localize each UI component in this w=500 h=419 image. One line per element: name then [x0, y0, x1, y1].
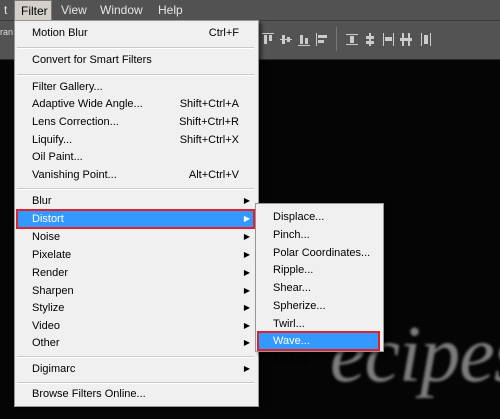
submenu-arrow-icon: ▶	[243, 268, 250, 277]
menu-item-label: Filter Gallery...	[32, 81, 103, 93]
menu-item-label: Digimarc	[32, 363, 76, 375]
menu-item-label: Distort	[32, 213, 64, 225]
menu-item-render[interactable]: Render ▶	[17, 264, 254, 282]
menu-item-convert-for-smart-filters[interactable]: Convert for Smart Filters	[17, 51, 254, 69]
menu-separator	[17, 74, 254, 76]
align-top-edges-icon[interactable]	[262, 33, 274, 46]
submenu-item-twirl[interactable]: Twirl...	[258, 315, 379, 333]
menu-separator	[17, 356, 254, 358]
submenu-arrow-icon: ▶	[243, 338, 250, 347]
menu-item-label: Convert for Smart Filters	[32, 54, 152, 66]
submenu-item-polar-coordinates[interactable]: Polar Coordinates...	[258, 244, 379, 262]
submenu-arrow-icon: ▶	[243, 250, 250, 259]
menu-item-shortcut: Shift+Ctrl+X	[179, 134, 239, 146]
menu-item-label: Liquify...	[32, 134, 73, 146]
menu-item-motion-blur[interactable]: Motion Blur Ctrl+F	[17, 24, 254, 42]
menu-item-shortcut: Shift+Ctrl+A	[179, 98, 239, 110]
menu-item-label: Lens Correction...	[32, 116, 119, 128]
submenu-arrow-icon: ▶	[243, 196, 250, 205]
toolbar-partial-label: ran	[0, 27, 14, 37]
menu-item-digimarc[interactable]: Digimarc ▶	[17, 360, 254, 378]
submenu-item-shear[interactable]: Shear...	[258, 279, 379, 297]
menu-item-label: Motion Blur	[32, 27, 88, 39]
menu-item-label: ZigZag...	[273, 353, 317, 365]
align-left-edges-icon[interactable]	[316, 33, 328, 46]
menu-item-label: Ripple...	[273, 264, 314, 276]
menu-item-label: Spherize...	[273, 300, 326, 312]
submenu-item-zigzag[interactable]: ZigZag...	[258, 350, 379, 368]
menu-item-shortcut: Shift+Ctrl+R	[179, 116, 239, 128]
menu-item-label: Render	[32, 267, 69, 279]
menu-item-label: Vanishing Point...	[32, 169, 117, 181]
submenu-arrow-icon: ▶	[243, 214, 250, 223]
menu-item-stylize[interactable]: Stylize ▶	[17, 299, 254, 317]
submenu-item-displace[interactable]: Displace...	[258, 208, 379, 226]
distribute-bottom-icon[interactable]	[382, 33, 394, 46]
menu-item-browse-filters-online[interactable]: Browse Filters Online...	[17, 385, 254, 403]
distribute-vertical-centers-icon[interactable]	[364, 33, 376, 46]
menu-separator	[17, 47, 254, 49]
menu-item-label: Pixelate	[32, 249, 72, 261]
menu-item-shortcut: Alt+Ctrl+V	[188, 169, 239, 181]
menu-item-label: Wave...	[273, 335, 310, 347]
submenu-item-wave[interactable]: Wave...	[257, 331, 380, 351]
filter-menu: Motion Blur Ctrl+F Convert for Smart Fil…	[14, 20, 259, 407]
menu-item-liquify[interactable]: Liquify... Shift+Ctrl+X	[17, 131, 254, 149]
menu-item-noise[interactable]: Noise ▶	[17, 228, 254, 246]
distribute-top-icon[interactable]	[346, 33, 358, 46]
menu-item-oil-paint[interactable]: Oil Paint...	[17, 148, 254, 166]
align-vertical-centers-icon[interactable]	[280, 33, 292, 46]
submenu-arrow-icon: ▶	[243, 303, 250, 312]
menu-item-shortcut: Ctrl+F	[208, 27, 239, 39]
submenu-arrow-icon: ▶	[243, 364, 250, 373]
menu-item-vanishing-point[interactable]: Vanishing Point... Alt+Ctrl+V	[17, 166, 254, 184]
menu-item-label: Adaptive Wide Angle...	[32, 98, 143, 110]
menu-filter[interactable]: Filter	[14, 0, 52, 20]
submenu-arrow-icon: ▶	[243, 286, 250, 295]
menu-item-video[interactable]: Video ▶	[17, 317, 254, 335]
align-bottom-edges-icon[interactable]	[298, 33, 310, 46]
submenu-item-pinch[interactable]: Pinch...	[258, 226, 379, 244]
submenu-arrow-icon: ▶	[243, 232, 250, 241]
menu-item-label: Twirl...	[273, 318, 305, 330]
menu-item-label: Pinch...	[273, 229, 310, 241]
photoshop-window: t Filter View Window Help ran ecipes Mot…	[0, 0, 500, 419]
menu-item-label: Noise	[32, 231, 61, 243]
menu-edit-partial[interactable]: t	[0, 0, 13, 20]
menu-separator	[17, 382, 254, 384]
menu-separator	[17, 188, 254, 190]
menu-item-label: Browse Filters Online...	[32, 388, 146, 400]
submenu-arrow-icon: ▶	[243, 321, 250, 330]
distribute-right-icon[interactable]	[420, 33, 432, 46]
menu-item-label: Displace...	[273, 211, 325, 223]
menu-item-lens-correction[interactable]: Lens Correction... Shift+Ctrl+R	[17, 113, 254, 131]
menu-window[interactable]: Window	[94, 0, 149, 20]
submenu-item-ripple[interactable]: Ripple...	[258, 261, 379, 279]
menu-item-label: Other	[32, 337, 60, 349]
menu-item-label: Sharpen	[32, 285, 74, 297]
menu-help[interactable]: Help	[152, 0, 189, 20]
submenu-item-spherize[interactable]: Spherize...	[258, 297, 379, 315]
menu-item-label: Video	[32, 320, 60, 332]
menu-view[interactable]: View	[55, 0, 93, 20]
menu-item-other[interactable]: Other ▶	[17, 334, 254, 352]
menu-bar: t Filter View Window Help	[0, 0, 500, 21]
menu-item-label: Oil Paint...	[32, 151, 83, 163]
menu-item-pixelate[interactable]: Pixelate ▶	[17, 246, 254, 264]
menu-item-blur[interactable]: Blur ▶	[17, 192, 254, 210]
distort-submenu: Displace... Pinch... Polar Coordinates..…	[255, 203, 384, 365]
toolbar-separator	[336, 27, 337, 51]
menu-item-sharpen[interactable]: Sharpen ▶	[17, 282, 254, 300]
menu-item-adaptive-wide-angle[interactable]: Adaptive Wide Angle... Shift+Ctrl+A	[17, 95, 254, 113]
menu-item-label: Polar Coordinates...	[273, 247, 371, 259]
menu-item-label: Stylize	[32, 302, 65, 314]
distribute-horizontal-centers-icon[interactable]	[400, 33, 412, 46]
menu-item-distort[interactable]: Distort ▶	[16, 209, 255, 229]
menu-item-filter-gallery[interactable]: Filter Gallery...	[17, 78, 254, 96]
menu-item-label: Blur	[32, 195, 52, 207]
menu-item-label: Shear...	[273, 282, 311, 294]
